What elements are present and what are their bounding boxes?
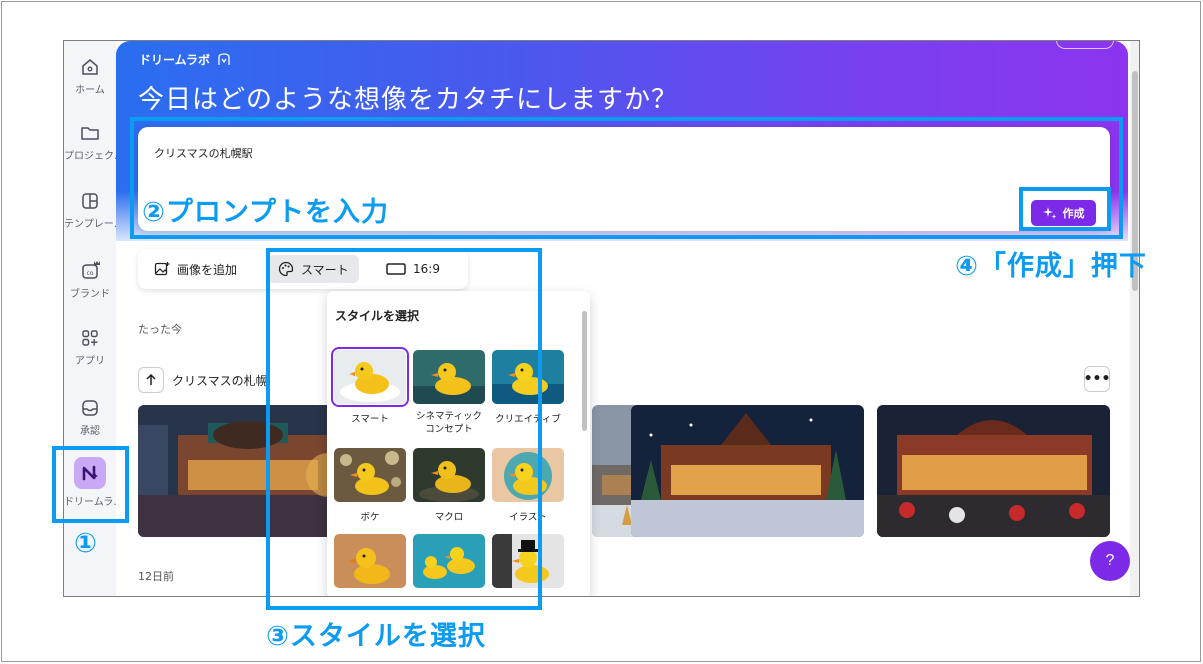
top-pill [1056, 41, 1114, 49]
generated-image-3[interactable] [631, 405, 864, 537]
brand-label: ドリームラボ [139, 53, 211, 67]
help-icon: ? [1105, 552, 1115, 569]
sidebar-item-approvals[interactable]: 承認 [64, 398, 116, 437]
arrow-up-icon [146, 374, 156, 385]
app-brand: ドリームラボ [139, 51, 232, 68]
apps-icon [82, 330, 98, 346]
history-prompt-row: クリスマスの札幌 [138, 367, 268, 393]
sidebar-item-label: アプリ [75, 356, 105, 367]
add-image-label: 画像を追加 [177, 262, 238, 277]
template-icon [82, 193, 98, 209]
sidebar-item-label: ホーム [75, 85, 105, 96]
annotation-box-step4 [1019, 187, 1111, 231]
sidebar-item-templates[interactable]: テンプレー… [64, 191, 116, 230]
sidebar-item-label: ブランド [70, 289, 110, 300]
sidebar-item-label: プロジェク… [64, 151, 116, 162]
home-icon [82, 59, 98, 75]
sidebar-item-brand[interactable]: co ブランド [64, 259, 116, 300]
sidebar-item-home[interactable]: ホーム [64, 57, 116, 96]
annotation-step1: ① [74, 528, 98, 559]
sidebar-item-label: 承認 [80, 426, 100, 437]
approval-icon [82, 400, 98, 416]
reuse-prompt-button[interactable] [138, 367, 164, 393]
brand-icon: co [82, 261, 100, 279]
svg-text:co: co [87, 270, 94, 277]
annotation-step4: ④「作成」押下 [955, 251, 1147, 282]
annotation-step3: ③スタイルを選択 [266, 621, 486, 652]
sidebar-item-apps[interactable]: アプリ [64, 328, 116, 367]
recent-section-label: たった今 [138, 323, 182, 336]
folder-icon [81, 127, 99, 140]
style-scrollbar-thumb[interactable] [582, 311, 587, 431]
page-title: 今日はどのような想像をカタチにしますか？ [138, 85, 679, 115]
help-button[interactable]: ? [1090, 541, 1130, 581]
generated-image-4[interactable] [877, 405, 1110, 537]
add-image-button[interactable]: 画像を追加 [144, 255, 247, 283]
more-icon: ••• [1083, 371, 1111, 387]
sidebar-item-projects[interactable]: プロジェク… [64, 123, 116, 162]
history-prompt-label: クリスマスの札幌 [172, 373, 268, 388]
more-options-button[interactable]: ••• [1084, 366, 1110, 392]
add-image-icon [154, 262, 170, 276]
annotation-box-step3 [266, 248, 542, 610]
sidebar-item-label: テンプレー… [64, 219, 116, 230]
annotation-box-step1 [52, 446, 129, 523]
annotation-step2: ②プロンプトを入力 [142, 197, 390, 228]
dreamlab-badge-icon [218, 52, 230, 65]
older-section-label: 12日前 [138, 570, 174, 583]
